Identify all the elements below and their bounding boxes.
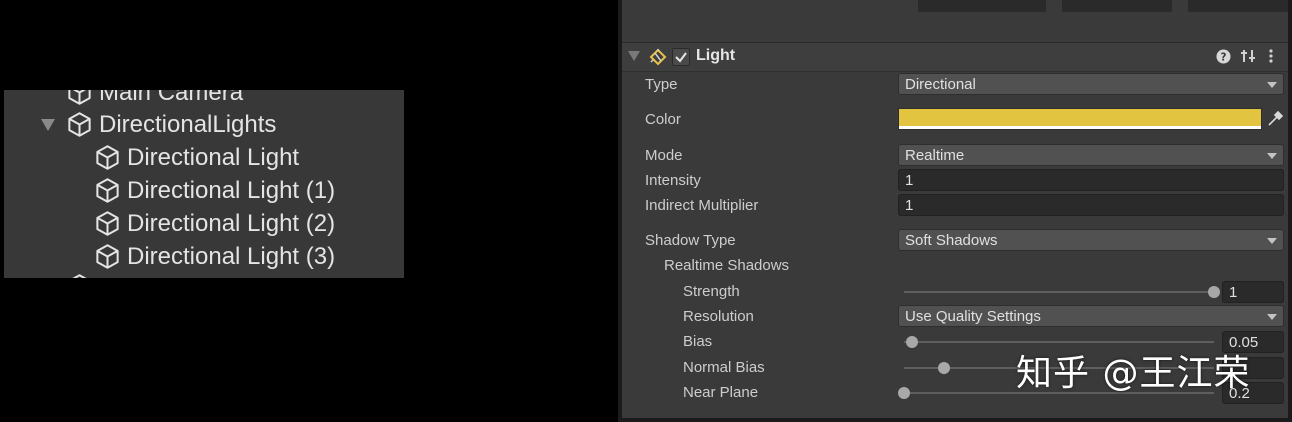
chevron-down-icon — [1267, 238, 1277, 244]
light-component-header[interactable]: Light ? — [622, 42, 1288, 72]
transform-scale-row-cut-off — [622, 0, 1288, 22]
type-value: Directional — [905, 76, 976, 93]
hierarchy-item-cut-off[interactable] — [66, 270, 99, 278]
help-icon[interactable]: ? — [1216, 49, 1231, 64]
bias-label: Bias — [683, 333, 713, 350]
hierarchy-item-label: Main Camera — [99, 90, 244, 106]
near-plane-label: Near Plane — [683, 384, 759, 401]
component-title: Light — [696, 47, 736, 64]
resolution-value: Use Quality Settings — [905, 308, 1041, 325]
svg-text:?: ? — [1221, 51, 1227, 63]
shadow-type-dropdown[interactable]: Soft Shadows — [898, 229, 1284, 251]
intensity-label: Intensity — [645, 172, 701, 189]
alpha-bar — [899, 126, 1261, 129]
hierarchy-item-directional-light-1[interactable]: Directional Light (1) — [94, 174, 335, 207]
scale-y-field[interactable] — [1062, 0, 1172, 12]
checkmark-icon — [675, 52, 687, 63]
hierarchy-item-label: Directional Light (3) — [127, 242, 336, 270]
shadow-type-label: Shadow Type — [645, 232, 736, 249]
strength-slider-track[interactable] — [904, 291, 1214, 293]
color-label: Color — [645, 111, 681, 128]
cube-icon — [96, 211, 119, 236]
strength-slider-thumb[interactable] — [1208, 286, 1220, 298]
hierarchy-item-label: Directional Light (1) — [127, 176, 336, 204]
foldout-arrow-icon[interactable] — [40, 118, 56, 132]
shadow-type-value: Soft Shadows — [905, 232, 998, 249]
preset-icon[interactable] — [1240, 48, 1256, 64]
hierarchy-item-main-camera[interactable]: Main Camera — [66, 90, 243, 109]
eyedropper-icon[interactable] — [1266, 110, 1284, 128]
watermark-text: 知乎 @王江荣 — [1016, 353, 1251, 394]
chevron-down-icon — [1267, 314, 1277, 320]
strength-value: 1 — [1229, 284, 1238, 301]
color-swatch-field[interactable] — [898, 108, 1262, 130]
hierarchy-item-directional-light-3[interactable]: Directional Light (3) — [94, 240, 335, 273]
cube-icon — [96, 244, 119, 269]
foldout-arrow-icon[interactable] — [628, 51, 640, 61]
cube-icon — [96, 145, 119, 170]
near-plane-slider-thumb[interactable] — [898, 387, 910, 399]
type-label: Type — [645, 76, 678, 93]
scale-z-field[interactable] — [1188, 0, 1288, 12]
chevron-down-icon — [1267, 82, 1277, 88]
strength-label: Strength — [683, 283, 740, 300]
realtime-shadows-label: Realtime Shadows — [664, 257, 790, 274]
resolution-dropdown[interactable]: Use Quality Settings — [898, 305, 1284, 327]
resolution-label: Resolution — [683, 308, 754, 325]
indirect-multiplier-field[interactable]: 1 — [898, 194, 1284, 216]
directional-light-icon — [649, 48, 667, 66]
intensity-value: 1 — [905, 172, 914, 189]
cube-icon — [68, 90, 91, 105]
hierarchy-item-directional-light[interactable]: Directional Light — [94, 141, 299, 174]
hierarchy-item-label: Directional Light — [127, 143, 300, 171]
hierarchy-item-label: Directional Light (2) — [127, 209, 336, 237]
indirect-multiplier-value: 1 — [905, 197, 914, 214]
mode-value: Realtime — [905, 147, 965, 164]
component-enabled-checkbox[interactable] — [672, 48, 690, 66]
kebab-menu-icon[interactable] — [1267, 48, 1275, 64]
cube-icon — [68, 112, 91, 137]
scale-x-field[interactable] — [918, 0, 1046, 12]
mode-dropdown[interactable]: Realtime — [898, 144, 1284, 166]
hierarchy-item-directional-light-2[interactable]: Directional Light (2) — [94, 207, 335, 240]
mode-label: Mode — [645, 147, 683, 164]
hierarchy-panel: Main Camera DirectionalLights Directiona… — [4, 90, 404, 278]
strength-field[interactable]: 1 — [1222, 281, 1284, 303]
type-dropdown[interactable]: Directional — [898, 73, 1284, 95]
bias-slider-thumb[interactable] — [905, 336, 918, 348]
bias-slider-track[interactable] — [904, 341, 1214, 343]
cube-icon — [72, 274, 87, 278]
hierarchy-item-directionallights[interactable]: DirectionalLights — [66, 108, 276, 141]
intensity-field[interactable]: 1 — [898, 169, 1284, 191]
cube-icon — [96, 178, 119, 203]
chevron-down-icon — [1267, 153, 1277, 159]
hierarchy-item-label: DirectionalLights — [99, 110, 277, 138]
indirect-multiplier-label: Indirect Multiplier — [645, 197, 759, 214]
normal-bias-label: Normal Bias — [683, 359, 765, 376]
normal-bias-slider-thumb[interactable] — [938, 362, 951, 374]
